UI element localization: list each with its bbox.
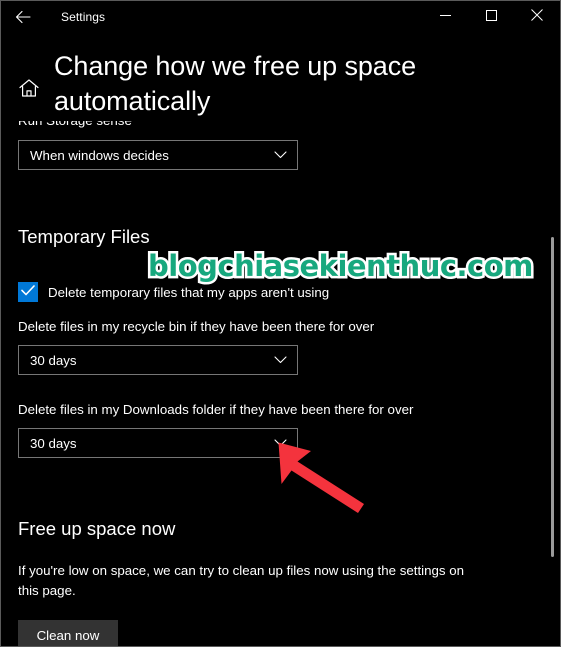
vertical-scrollbar-thumb[interactable] — [551, 237, 554, 557]
page-header: Change how we free up space automaticall… — [1, 33, 560, 121]
back-button[interactable] — [1, 1, 45, 33]
recycle-bin-label: Delete files in my recycle bin if they h… — [18, 319, 375, 334]
home-icon[interactable] — [18, 77, 40, 99]
run-storage-sense-dropdown[interactable]: When windows decides — [18, 140, 298, 170]
close-button[interactable] — [514, 1, 560, 33]
delete-temp-files-label: Delete temporary files that my apps aren… — [48, 284, 330, 300]
minimize-icon — [439, 8, 451, 26]
maximize-button[interactable] — [468, 1, 514, 33]
run-storage-sense-value: When windows decides — [30, 147, 169, 163]
settings-scroll-area: Run Storage sense When windows decides T… — [1, 121, 560, 646]
downloads-label: Delete files in my Downloads folder if t… — [18, 402, 414, 417]
back-arrow-icon — [15, 10, 31, 24]
chevron-down-icon — [274, 439, 287, 447]
temporary-files-heading: Temporary Files — [18, 226, 150, 247]
chevron-down-icon — [274, 151, 287, 159]
maximize-icon — [485, 8, 497, 26]
free-up-space-description: If you're low on space, we can try to cl… — [18, 563, 465, 598]
settings-content: Run Storage sense When windows decides T… — [1, 121, 560, 646]
free-up-space-heading: Free up space now — [18, 518, 176, 539]
close-icon — [531, 8, 543, 26]
page-title: Change how we free up space automaticall… — [54, 51, 417, 116]
clean-now-button[interactable]: Clean now — [18, 620, 118, 646]
downloads-retention-value: 30 days — [30, 435, 77, 451]
delete-temp-files-row[interactable]: Delete temporary files that my apps aren… — [18, 282, 520, 302]
delete-temp-files-checkbox[interactable] — [18, 282, 38, 302]
recycle-bin-retention-value: 30 days — [30, 352, 77, 368]
checkmark-icon — [21, 283, 35, 301]
downloads-retention-dropdown[interactable]: 30 days — [18, 428, 298, 458]
title-bar[interactable]: Settings — [1, 1, 560, 33]
chevron-down-icon — [274, 356, 287, 364]
recycle-bin-retention-dropdown[interactable]: 30 days — [18, 345, 298, 375]
caption-button-group — [422, 1, 560, 33]
minimize-button[interactable] — [422, 1, 468, 33]
app-title: Settings — [61, 10, 106, 24]
settings-window: Settings Change how we free up space aut… — [0, 0, 561, 647]
run-storage-sense-label: Run Storage sense — [18, 121, 520, 130]
